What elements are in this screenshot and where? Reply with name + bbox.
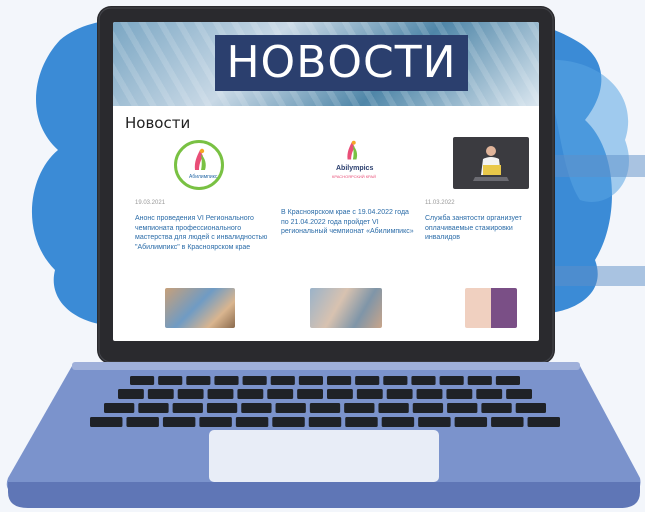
keyboard-key: [481, 403, 512, 413]
hinge: [72, 362, 580, 370]
keyboard-key: [447, 403, 478, 413]
keyboard-key: [355, 376, 380, 385]
keyboard-key: [411, 376, 436, 385]
keyboard-key: [270, 376, 295, 385]
keyboard-key: [138, 403, 169, 413]
keyboard-key: [309, 403, 341, 413]
news-headline-link[interactable]: Анонс проведения VI Регионального чемпио…: [135, 214, 270, 252]
keyboard-key: [439, 376, 464, 385]
keyboard-key: [158, 376, 183, 385]
keyboard-key: [147, 389, 174, 399]
keyboard-key: [381, 417, 415, 427]
keyboard-key: [186, 376, 211, 385]
keyboard-key: [495, 376, 520, 385]
keyboard-key: [515, 403, 546, 413]
keyboard-key: [162, 417, 196, 427]
keyboard-key: [327, 376, 352, 385]
abilympics-logo: Абилимпикс: [174, 140, 224, 190]
keyboard-key: [118, 389, 144, 399]
keyboard-key: [454, 417, 488, 427]
keyboard-key: [412, 403, 444, 413]
keyboard-key: [298, 376, 323, 385]
keyboard-key: [130, 376, 155, 385]
laptop-base-front: [8, 482, 640, 508]
keyboard-key: [491, 417, 524, 427]
keyboard-key: [386, 389, 413, 399]
reading-person-icon: [473, 146, 509, 181]
abilympics-figure-icon: [194, 148, 206, 170]
news-date: 19.03.2021: [135, 200, 166, 206]
keyboard-key: [235, 417, 269, 427]
news-photo[interactable]: [310, 288, 382, 328]
keyboard-key: [446, 389, 473, 399]
keyboard-key: [272, 417, 305, 427]
news-thumbnail: [453, 137, 529, 189]
news-banner: НОВОСТИ: [113, 22, 539, 106]
laptop-screen: НОВОСТИ Новости Абилимпикс 19.03.2021 Ан…: [113, 22, 539, 341]
keyboard-key: [506, 389, 532, 399]
keyboard-key: [237, 389, 264, 399]
news-headline-link[interactable]: Служба занятости организует оплачиваемые…: [425, 214, 539, 243]
keyboard-key: [206, 403, 238, 413]
keyboard-key: [383, 376, 408, 385]
logo-caption: Abilympics: [336, 165, 374, 172]
keyboard-key: [275, 403, 306, 413]
keyboard-key: [207, 389, 234, 399]
keyboard-key: [416, 389, 443, 399]
abilympics-krasnoyarsk-logo: Abilympics КРАСНОЯРСКИЙ КРАЙ: [323, 140, 383, 190]
abilympics-figure-icon: [347, 140, 358, 160]
section-title: Новости: [125, 114, 191, 132]
keyboard-key: [327, 389, 353, 399]
keyboard-key: [172, 403, 203, 413]
keyboard-key: [356, 389, 383, 399]
keyboard-key: [241, 403, 272, 413]
news-photo[interactable]: [165, 288, 235, 328]
keyboard-key: [308, 417, 342, 427]
keyboard-key: [467, 376, 492, 385]
keyboard-key: [242, 376, 267, 385]
keyboard-key: [199, 417, 232, 427]
keyboard-key: [90, 417, 123, 427]
keyboard-key: [214, 376, 239, 385]
keyboard-key: [267, 389, 294, 399]
banner-title-box: НОВОСТИ: [215, 35, 468, 91]
logo-caption: Абилимпикс: [189, 174, 218, 180]
keyboard-key: [297, 389, 323, 399]
keyboard-key: [104, 403, 135, 413]
news-headline-link[interactable]: В Красноярском крае с 19.04.2022 года по…: [281, 208, 416, 237]
logo-subcaption: КРАСНОЯРСКИЙ КРАЙ: [332, 174, 376, 179]
keyboard-key: [345, 417, 378, 427]
news-photo[interactable]: [465, 288, 517, 328]
keyboard-key: [476, 389, 503, 399]
keyboard-key: [177, 389, 204, 399]
news-date: 11.03.2022: [425, 200, 455, 206]
banner-title: НОВОСТИ: [226, 37, 457, 88]
keyboard-key: [527, 417, 560, 427]
touchpad: [209, 430, 439, 482]
keyboard-key: [418, 417, 451, 427]
keyboard-key: [378, 403, 409, 413]
keyboard-key: [126, 417, 159, 427]
keyboard-key: [344, 403, 375, 413]
